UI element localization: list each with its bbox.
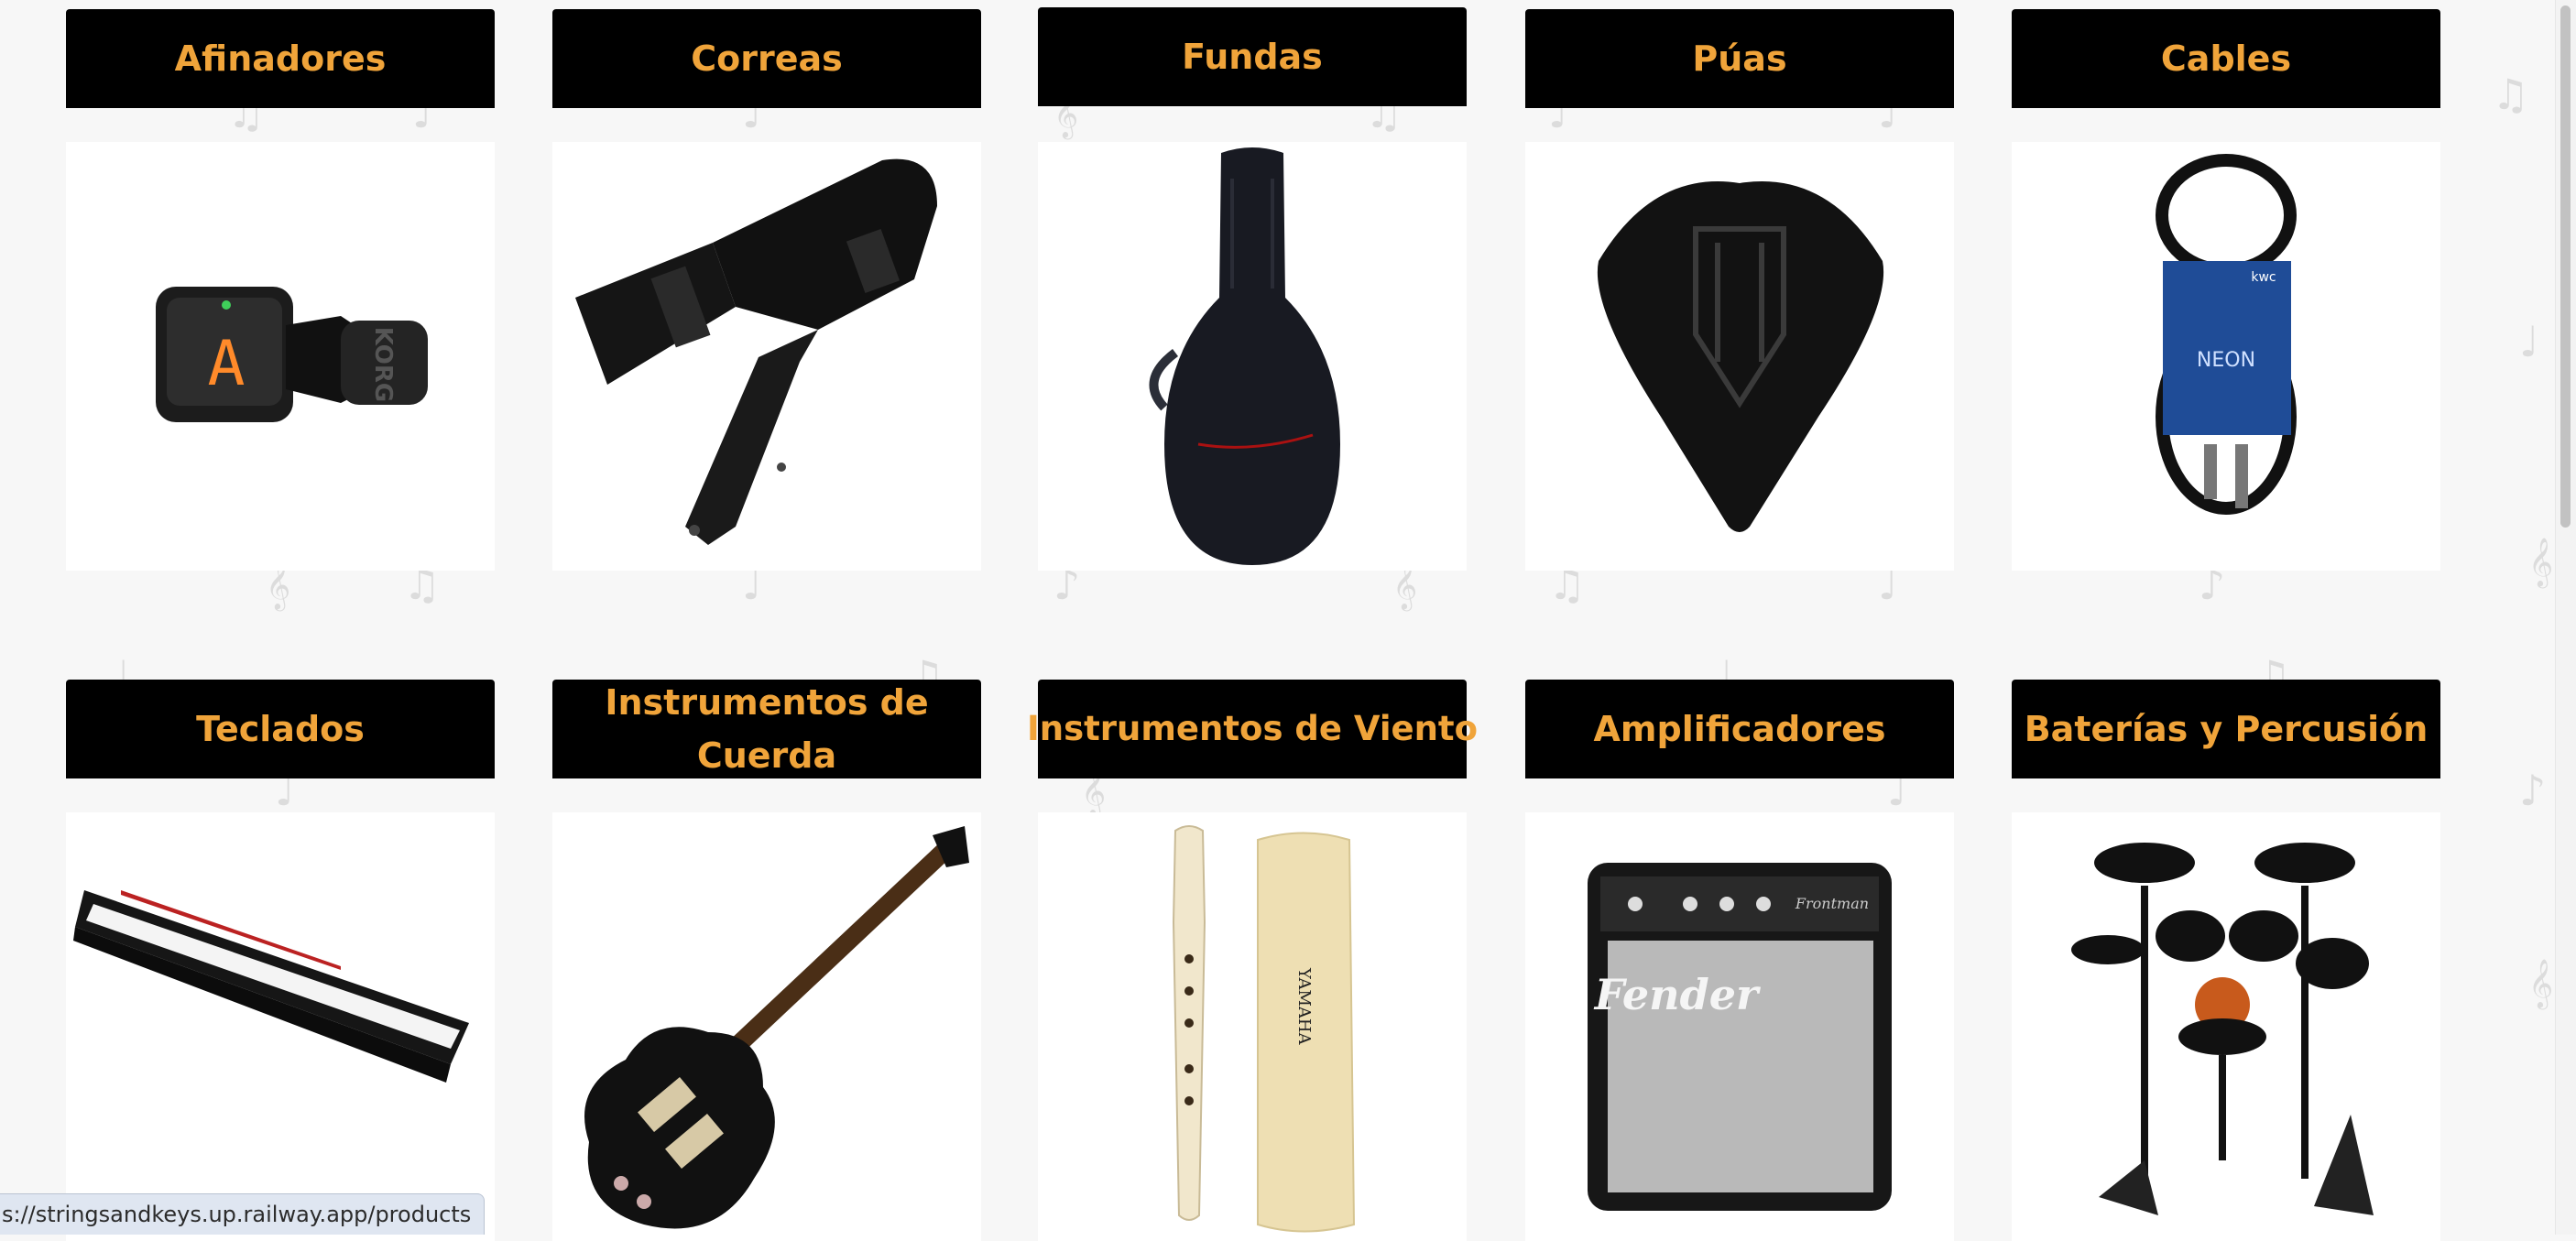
category-title[interactable]: Correas <box>552 9 981 108</box>
tuner-display-text: A <box>208 328 246 400</box>
category-card-correas[interactable]: Correas <box>552 9 981 571</box>
amp-brand-text: Fender <box>1593 970 1762 1019</box>
status-bar-url: s://stringsandkeys.up.railway.app/produc… <box>0 1193 486 1235</box>
category-title[interactable]: Instrumentos de Viento <box>1027 680 1478 778</box>
scrollbar-thumb[interactable] <box>2560 5 2571 528</box>
category-card-instrumentos-de-cuerda[interactable]: Instrumentos de Cuerda <box>552 680 981 1241</box>
category-title[interactable]: Instrumentos de Cuerda <box>552 680 981 778</box>
category-card-instrumentos-de-viento[interactable]: Instrumentos de Viento YAMAHA <box>1027 680 1478 1241</box>
digital-keyboard-image[interactable] <box>66 812 495 1241</box>
coiled-cable-image[interactable]: NEON kwc <box>2012 142 2440 571</box>
category-title[interactable]: Fundas <box>1038 7 1467 106</box>
guitar-pick-image[interactable] <box>1525 142 1954 571</box>
category-card-cables[interactable]: Cables NEON kwc <box>2012 9 2440 571</box>
clip-tuner-image[interactable]: A KORG <box>66 142 495 571</box>
category-card-amplificadores[interactable]: Amplificadores Frontman Fender <box>1525 680 1954 1241</box>
guitar-strap-image[interactable] <box>552 142 981 571</box>
gig-bag-image[interactable] <box>1038 142 1467 571</box>
category-title[interactable]: Teclados <box>66 680 495 778</box>
recorder-brand-text: YAMAHA <box>1294 967 1314 1046</box>
amp-model-text: Frontman <box>1795 895 1869 912</box>
category-card-teclados[interactable]: Teclados <box>66 680 495 1241</box>
category-card-puas[interactable]: Púas <box>1525 9 1954 571</box>
cable-brand-text: NEON <box>2197 349 2255 372</box>
electronic-drum-kit-image[interactable] <box>2012 812 2440 1241</box>
category-title[interactable]: Baterías y Percusión <box>2012 680 2440 778</box>
category-title[interactable]: Amplificadores <box>1525 680 1954 778</box>
tuner-brand-text: KORG <box>369 327 397 402</box>
category-title[interactable]: Cables <box>2012 9 2440 108</box>
category-title[interactable]: Afinadores <box>66 9 495 108</box>
cable-maker-text: kwc <box>2251 270 2276 285</box>
guitar-amp-image[interactable]: Frontman Fender <box>1525 812 1954 1241</box>
category-title[interactable]: Púas <box>1525 9 1954 108</box>
category-card-fundas[interactable]: Fundas <box>1038 7 1467 571</box>
recorder-image[interactable]: YAMAHA <box>1038 812 1467 1241</box>
category-card-baterias-y-percusion[interactable]: Baterías y Percusión <box>2012 680 2440 1241</box>
electric-guitar-image[interactable] <box>552 812 981 1241</box>
category-card-afinadores[interactable]: Afinadores A KORG <box>66 9 495 571</box>
vertical-scrollbar[interactable] <box>2555 0 2576 1235</box>
